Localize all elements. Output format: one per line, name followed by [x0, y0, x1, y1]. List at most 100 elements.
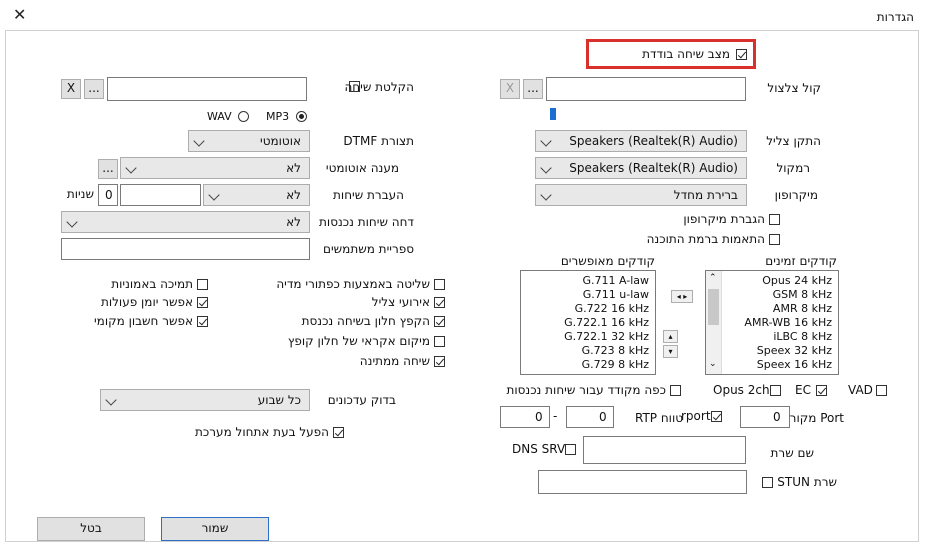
wav-label: WAV — [207, 110, 232, 123]
list-item[interactable]: AMR-WB 16 kHz — [744, 316, 832, 329]
opus-2ch-checkbox[interactable] — [770, 385, 781, 396]
scroll-down-icon[interactable]: ⌄ — [709, 359, 717, 369]
call-waiting-checkbox[interactable] — [434, 356, 445, 367]
ring-events-label: אירועי צליל — [371, 295, 430, 309]
available-codecs-label: קודקים זמינים — [765, 254, 837, 268]
rtp-to-input[interactable]: 0 — [566, 406, 614, 428]
recording-path-input[interactable] — [107, 77, 307, 101]
emoji-support-checkbox[interactable] — [197, 279, 208, 290]
single-call-checkbox[interactable] — [736, 49, 747, 60]
user-directory-label: ספריית משתמשים — [323, 242, 414, 256]
list-item[interactable]: GSM 8 kHz — [773, 288, 832, 301]
available-codecs-list[interactable]: ⌃ ⌄ Opus 24 kHz GSM 8 kHz AMR 8 kHz AMR-… — [705, 270, 839, 375]
forwarding-target-input[interactable] — [120, 184, 201, 206]
force-codec-label: כפה מקודד עבור שיחות נכנסות — [506, 383, 666, 397]
move-up-button[interactable]: ▴ — [663, 330, 678, 343]
window-title: הגדרות — [876, 10, 914, 24]
scroll-up-icon[interactable]: ⌃ — [709, 273, 717, 283]
dtmf-label: תצורת DTMF — [343, 134, 414, 148]
forwarding-seconds-input[interactable]: 0 — [98, 184, 118, 206]
list-item[interactable]: G.722.1 32 kHz — [564, 330, 649, 343]
rport-checkbox[interactable] — [711, 411, 722, 422]
dns-srv-label: DNS SRV — [512, 442, 566, 456]
auto-answer-label: מענה אוטומטי — [325, 161, 399, 175]
title-bar: ✕ הגדרות — [0, 0, 926, 30]
auto-answer-select[interactable]: לא — [120, 157, 310, 179]
server-name-input[interactable] — [583, 436, 746, 464]
call-waiting-label: שיחה ממתינה — [359, 354, 430, 368]
cancel-button[interactable]: בטל — [37, 517, 145, 541]
user-directory-input[interactable] — [61, 238, 310, 260]
wav-radio[interactable] — [238, 111, 249, 122]
ringtone-volume-slider[interactable] — [550, 108, 556, 120]
recording-clear-button[interactable]: X — [61, 79, 81, 99]
single-call-label: מצב שיחה בודדת — [642, 47, 730, 61]
popup-incoming-label: הקפץ חלון בשיחה נכנסת — [301, 314, 430, 328]
ring-device-select[interactable]: Speakers (Realtek(R) Audio) — [535, 130, 747, 152]
random-position-checkbox[interactable] — [434, 336, 445, 347]
move-down-button[interactable]: ▾ — [663, 345, 678, 358]
local-account-checkbox[interactable] — [197, 316, 208, 327]
mic-amplify-checkbox[interactable] — [769, 214, 780, 225]
rtp-from-input[interactable]: 0 — [500, 406, 550, 428]
run-on-startup-label: הפעל בעת אתחול מערכת — [195, 425, 329, 439]
ringtone-path-input[interactable] — [546, 77, 746, 101]
ec-label: EC — [795, 383, 811, 397]
ringtone-label: קול צלצול — [767, 81, 821, 95]
ringtone-clear-button[interactable]: X — [500, 79, 520, 99]
vad-checkbox[interactable] — [876, 385, 887, 396]
scroll-thumb[interactable] — [708, 289, 719, 325]
stun-server-input[interactable] — [538, 470, 747, 494]
list-item[interactable]: iLBC 8 kHz — [773, 330, 832, 343]
available-scrollbar[interactable]: ⌃ ⌄ — [706, 271, 722, 374]
microphone-label: מיקרופון — [774, 188, 818, 202]
save-button[interactable]: שמור — [161, 517, 269, 541]
list-item[interactable]: G.722 16 kHz — [575, 302, 649, 315]
enabled-codecs-list[interactable]: G.711 A-law G.711 u-law G.722 16 kHz G.7… — [520, 270, 656, 375]
server-name-label: שם שרת — [770, 446, 814, 460]
list-item[interactable]: Speex 16 kHz — [757, 358, 832, 371]
software-adjust-checkbox[interactable] — [769, 234, 780, 245]
list-item[interactable]: AMR 8 kHz — [773, 302, 832, 315]
activity-log-label: אפשר יומן פעולות — [100, 295, 193, 309]
speaker-label: רמקול — [776, 161, 810, 175]
microphone-select[interactable]: ברירת מחדל — [535, 184, 747, 206]
rtp-separator: - — [553, 409, 558, 423]
run-on-startup-checkbox[interactable] — [333, 427, 344, 438]
popup-incoming-checkbox[interactable] — [434, 316, 445, 327]
seconds-unit-label: שניות — [66, 187, 94, 201]
ring-events-checkbox[interactable] — [434, 297, 445, 308]
list-item[interactable]: Speex 32 kHz — [757, 344, 832, 357]
list-item[interactable]: G.711 A-law — [582, 274, 649, 287]
rport-label: rport — [681, 409, 711, 423]
updates-select[interactable]: כל שבוע — [100, 389, 310, 411]
dns-srv-checkbox[interactable] — [565, 444, 576, 455]
stun-checkbox[interactable] — [762, 477, 773, 488]
source-port-input[interactable]: 0 — [740, 406, 790, 428]
recording-browse-button[interactable]: ... — [84, 79, 104, 99]
force-codec-checkbox[interactable] — [670, 385, 681, 396]
speaker-select[interactable]: Speakers (Realtek(R) Audio) — [535, 157, 747, 179]
media-keys-checkbox[interactable] — [434, 279, 445, 290]
auto-answer-browse-button[interactable]: ... — [98, 159, 118, 179]
ec-checkbox[interactable] — [816, 385, 827, 396]
dtmf-select[interactable]: אוטומטי — [188, 130, 310, 152]
source-port-label: Port מקור — [789, 411, 844, 425]
media-keys-label: שליטה באמצעות כפתורי מדיה — [276, 277, 430, 291]
reject-incoming-select[interactable]: לא — [61, 211, 310, 233]
mic-amplify-label: הגברת מיקרופון — [683, 212, 765, 226]
close-icon[interactable]: ✕ — [13, 5, 26, 24]
mp3-radio[interactable] — [296, 111, 307, 122]
list-item[interactable]: G.711 u-law — [583, 288, 649, 301]
list-item[interactable]: G.729 8 kHz — [582, 358, 649, 371]
move-codec-button[interactable]: ◂ ▸ — [671, 290, 693, 303]
list-item[interactable]: G.722.1 16 kHz — [564, 316, 649, 329]
call-recording-label: הקלטת שיחה — [344, 80, 414, 94]
ringtone-browse-button[interactable]: ... — [523, 79, 543, 99]
opus-2ch-label: Opus 2ch — [713, 383, 770, 397]
ring-device-label: התקן צליל — [766, 134, 821, 148]
list-item[interactable]: G.723 8 kHz — [582, 344, 649, 357]
activity-log-checkbox[interactable] — [197, 297, 208, 308]
forwarding-select[interactable]: לא — [203, 184, 310, 206]
list-item[interactable]: Opus 24 kHz — [762, 274, 832, 287]
